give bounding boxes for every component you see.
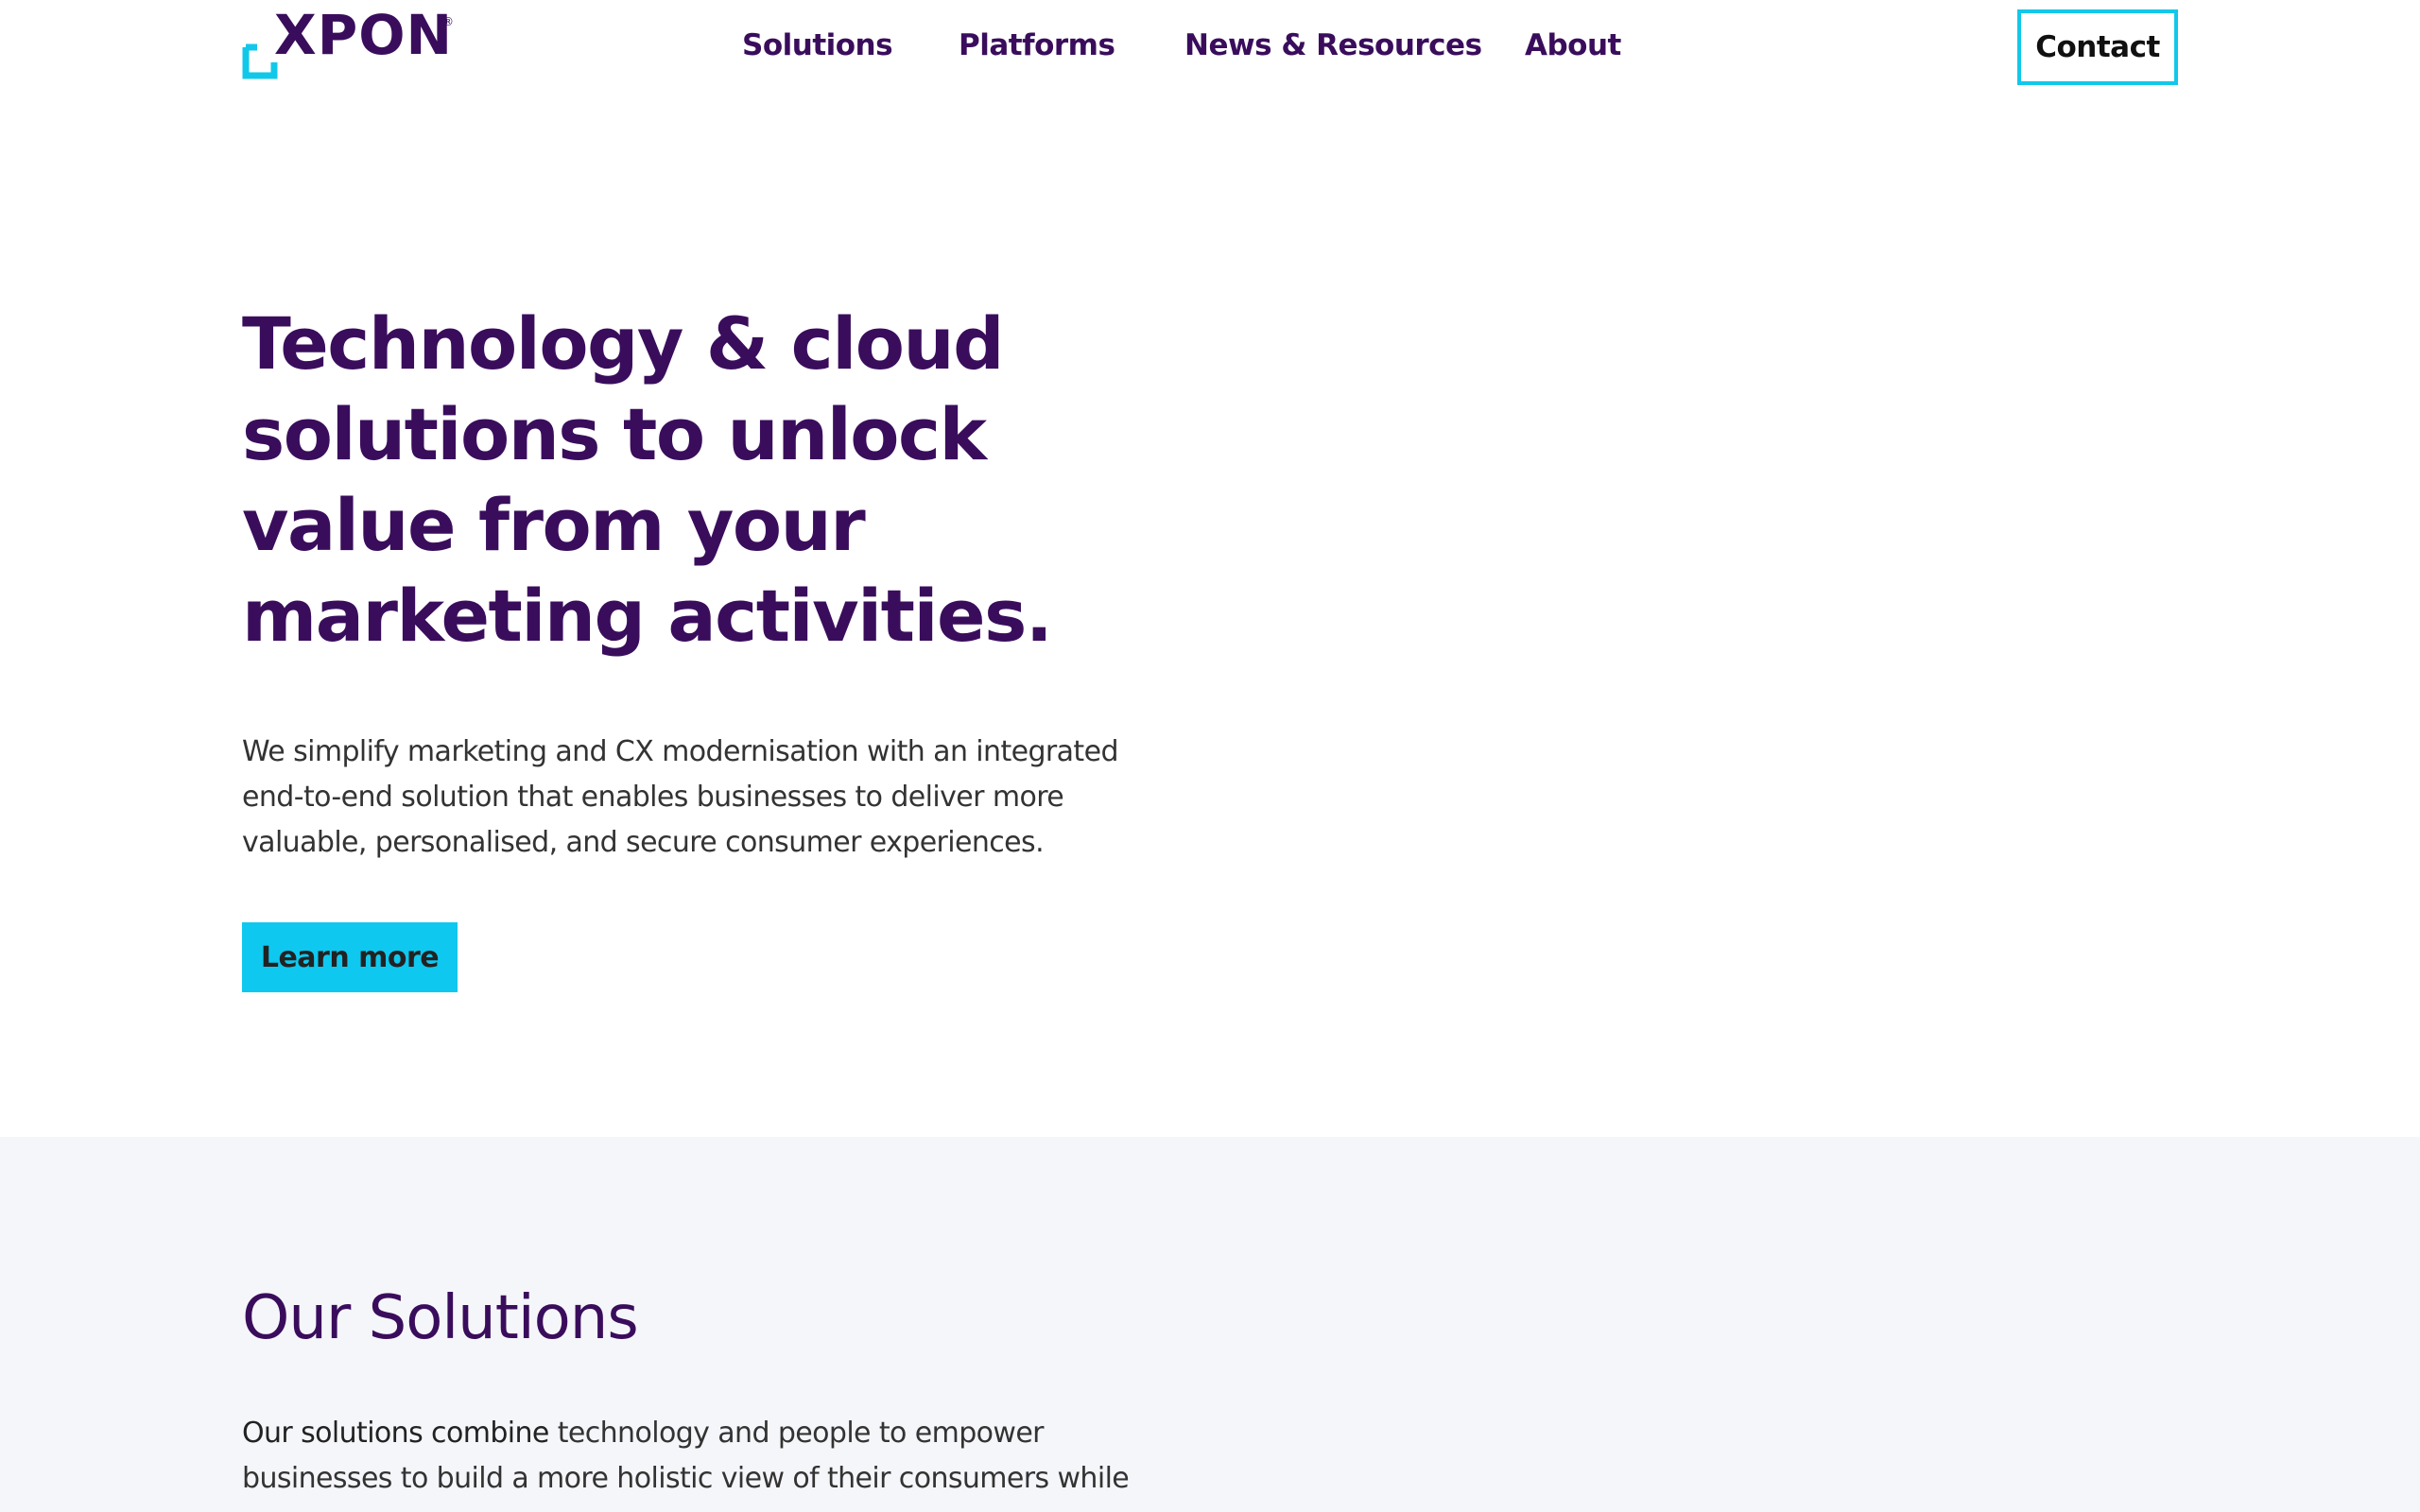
site-header: XPON ® Solutions Platforms News & Resour…: [0, 0, 2420, 104]
learn-more-button[interactable]: Learn more: [242, 922, 458, 992]
solutions-description: Our solutions combine technology and peo…: [242, 1411, 1131, 1502]
solutions-section: Our Solutions Our solutions combine tech…: [0, 1137, 2420, 1512]
solutions-description-lead: Our solutions combine: [242, 1417, 549, 1450]
contact-button[interactable]: Contact: [2017, 9, 2178, 85]
registered-mark: ®: [442, 15, 454, 28]
xpon-logo[interactable]: XPON ®: [242, 8, 459, 81]
nav-solutions[interactable]: Solutions: [742, 28, 893, 62]
nav-platforms[interactable]: Platforms: [959, 28, 1115, 62]
logo-wordmark: XPON: [274, 3, 454, 67]
nav-news-resources[interactable]: News & Resources: [1184, 28, 1482, 62]
solutions-title: Our Solutions: [242, 1283, 639, 1353]
hero-description: We simplify marketing and CX modernisati…: [242, 735, 1118, 859]
nav-about[interactable]: About: [1525, 28, 1621, 62]
hero-title: Technology & cloud solutions to unlock v…: [242, 301, 1053, 658]
